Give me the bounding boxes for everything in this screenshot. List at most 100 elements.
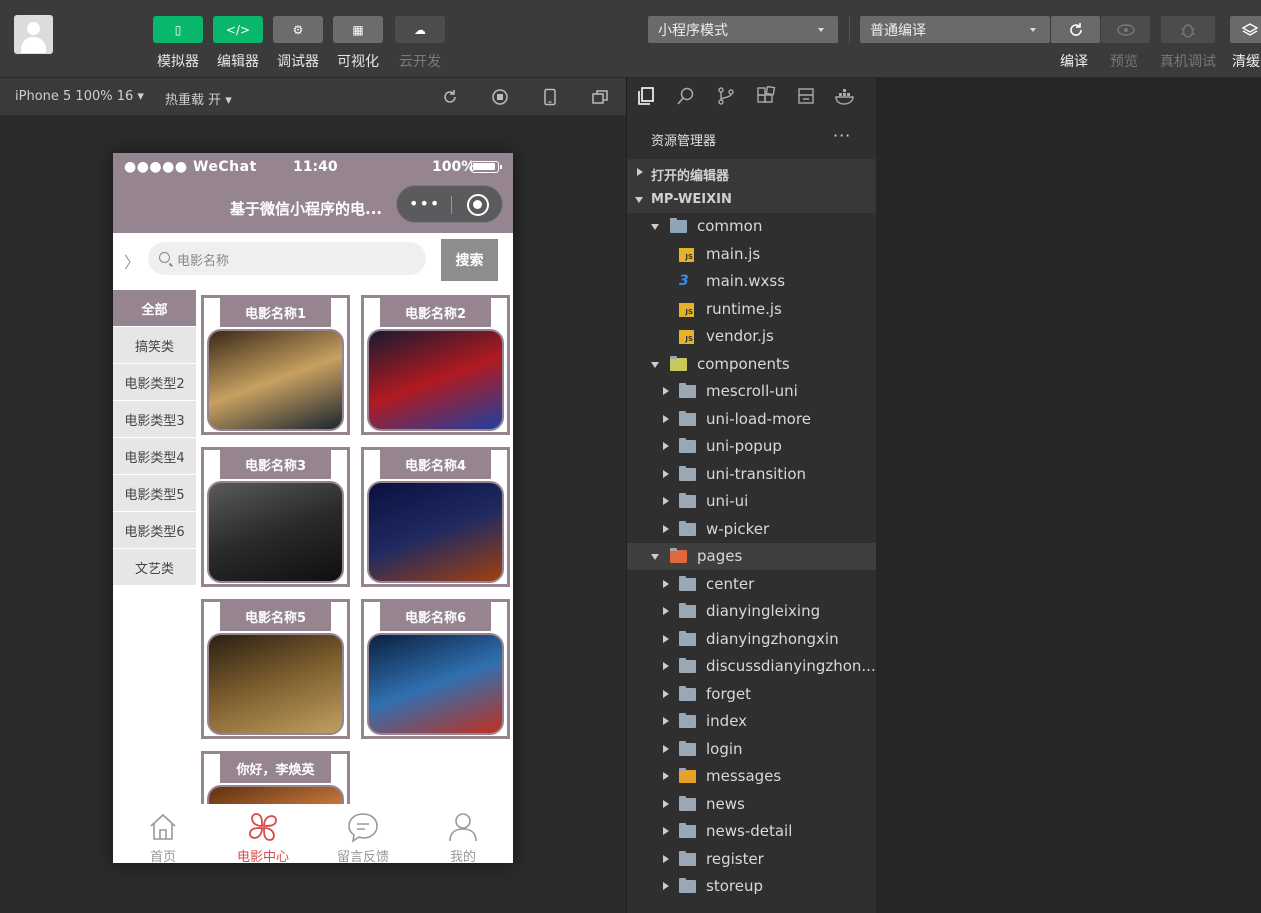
movie-card[interactable]: 电影名称5 [201, 599, 350, 739]
tree-item[interactable]: storeup [627, 873, 876, 900]
search-button[interactable]: 搜索 [441, 239, 498, 281]
source-control-icon[interactable] [716, 86, 736, 106]
movie-card[interactable]: 电影名称6 [361, 599, 510, 739]
folder-icon [679, 603, 696, 618]
cloud-dev-button[interactable]: ☁ 云开发 [393, 16, 447, 71]
user-avatar[interactable] [14, 15, 53, 54]
tree-item[interactable]: discussdianyingzhon... [627, 653, 876, 680]
chevron-down-icon [651, 224, 659, 230]
open-editors-label: 打开的编辑器 [651, 169, 730, 184]
tree-item[interactable]: components [627, 351, 876, 378]
clear-cache-button[interactable] [1230, 16, 1261, 43]
hot-reload-select[interactable]: 热重载 开 ▾ [165, 89, 232, 108]
device-select[interactable]: iPhone 5 100% 16 ▾ [15, 89, 144, 104]
device-debug-button[interactable] [1161, 16, 1215, 43]
search-input[interactable]: 电影名称 [148, 242, 426, 275]
tree-item[interactable]: JS main.js [627, 241, 876, 268]
mode-select[interactable]: 小程序模式 [648, 16, 838, 43]
category-item[interactable]: 电影类型6 [113, 512, 196, 549]
tree-item-label: uni-popup [706, 437, 782, 455]
tree-item[interactable]: news-detail [627, 818, 876, 845]
tree-item[interactable]: w-picker [627, 516, 876, 543]
storage-icon[interactable] [796, 86, 816, 106]
tree-item-label: forget [706, 684, 751, 703]
tree-item[interactable]: login [627, 736, 876, 763]
tree-item[interactable]: news [627, 791, 876, 818]
movie-title: 电影名称1 [220, 298, 331, 327]
search-icon[interactable] [676, 86, 696, 106]
phone-preview-icon[interactable] [541, 88, 559, 106]
tree-item[interactable]: uni-popup [627, 433, 876, 460]
folder-icon [679, 878, 696, 893]
category-item[interactable]: 电影类型2 [113, 364, 196, 401]
chevron-right-icon [663, 469, 669, 478]
tab-mine[interactable]: 我的 [413, 804, 513, 863]
movie-poster [207, 329, 344, 431]
editor-toggle-button[interactable]: </> 编辑器 [211, 16, 265, 71]
movie-poster [367, 481, 504, 583]
movie-card[interactable]: 电影名称3 [201, 447, 350, 587]
explorer-title: 资源管理器 [651, 134, 717, 149]
tree-item[interactable]: common [627, 213, 876, 240]
files-icon[interactable] [636, 86, 656, 106]
project-section[interactable]: MP-WEIXIN [627, 186, 876, 213]
category-item[interactable]: 电影类型5 [113, 475, 196, 512]
detach-window-icon[interactable] [591, 88, 609, 106]
extensions-icon[interactable] [756, 86, 776, 106]
compile-button[interactable] [1051, 16, 1100, 43]
chevron-right-icon[interactable]: 〉 [124, 249, 140, 273]
cloud-dev-label: 云开发 [399, 54, 441, 70]
chevron-right-icon [663, 387, 669, 395]
docker-icon[interactable] [834, 86, 856, 106]
more-menu-icon[interactable]: ••• [409, 196, 440, 212]
tree-item[interactable]: pages [627, 543, 876, 570]
simulator-toggle-button[interactable]: ▯ 模拟器 [151, 16, 205, 71]
open-editors-section[interactable]: 打开的编辑器 [627, 159, 876, 186]
record-icon[interactable] [491, 88, 509, 106]
tab-home[interactable]: 首页 [113, 804, 213, 863]
category-item[interactable]: 电影类型3 [113, 401, 196, 438]
category-item[interactable]: 搞笑类 [113, 327, 196, 364]
tree-item[interactable]: uni-load-more [627, 406, 876, 433]
search-icon [159, 252, 170, 263]
more-actions-icon[interactable]: ··· [833, 126, 851, 145]
tree-item[interactable]: dianyingzhongxin [627, 626, 876, 653]
tree-item-label: center [706, 574, 755, 593]
simulator-toolbar: iPhone 5 100% 16 ▾ 热重载 开 ▾ [0, 78, 626, 116]
tree-item-label: index [706, 712, 748, 730]
tree-item[interactable]: messages [627, 763, 876, 790]
category-item[interactable]: 电影类型4 [113, 438, 196, 475]
movie-title: 电影名称3 [220, 450, 331, 479]
movie-card[interactable]: 电影名称1 [201, 295, 350, 435]
tree-item[interactable]: register [627, 846, 876, 873]
close-target-icon[interactable] [467, 194, 489, 216]
movie-card[interactable]: 电影名称4 [361, 447, 510, 587]
tree-item[interactable]: forget [627, 681, 876, 708]
editor-area [876, 78, 1261, 913]
tab-movie-center[interactable]: 电影中心 [213, 804, 313, 863]
tree-item[interactable]: uni-ui [627, 488, 876, 515]
preview-button[interactable] [1101, 16, 1150, 43]
tree-item[interactable]: uni-transition [627, 461, 876, 488]
tree-item[interactable]: index [627, 708, 876, 735]
tree-item[interactable]: JS vendor.js [627, 323, 876, 350]
category-item[interactable]: 全部 [113, 290, 196, 327]
tree-item[interactable]: center [627, 571, 876, 598]
folder-icon [670, 355, 687, 371]
explorer-panel: 资源管理器 ··· 打开的编辑器 MP-WEIXIN common JS main.… [627, 78, 876, 913]
folder-icon [679, 493, 696, 508]
tree-item[interactable]: JS runtime.js [627, 296, 876, 323]
rotate-icon[interactable] [441, 88, 459, 106]
tree-item[interactable]: mescroll-uni [627, 378, 876, 405]
tree-item-label: news-detail [706, 822, 793, 840]
compile-mode-select[interactable]: 普通编译 [860, 16, 1050, 43]
debugger-toggle-button[interactable]: ⚙ 调试器 [271, 16, 325, 71]
clover-icon [249, 813, 277, 841]
tree-item[interactable]: 3 main.wxss [627, 268, 876, 295]
visual-toggle-button[interactable]: ▦ 可视化 [331, 16, 385, 71]
tree-item[interactable]: dianyingleixing [627, 598, 876, 625]
tab-feedback[interactable]: 留言反馈 [313, 804, 413, 863]
category-item[interactable]: 文艺类 [113, 549, 196, 586]
movie-poster [207, 481, 344, 583]
movie-card[interactable]: 电影名称2 [361, 295, 510, 435]
